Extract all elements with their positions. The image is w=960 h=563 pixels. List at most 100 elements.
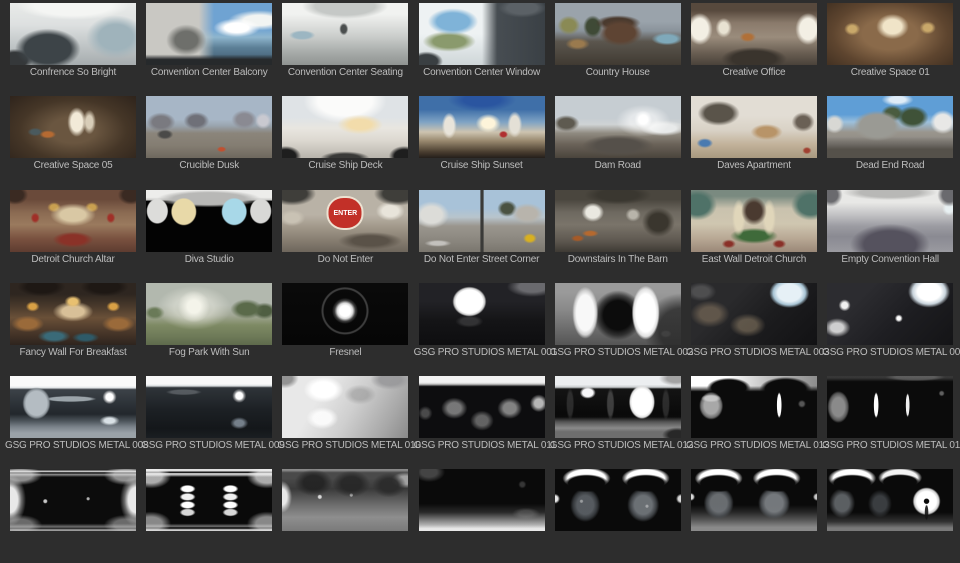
hdri-label: Dam Road xyxy=(594,160,641,172)
hdri-item-convention-center-balcony[interactable]: Convention Center Balcony xyxy=(146,3,282,96)
hdri-thumbnail-image[interactable] xyxy=(418,96,545,159)
hdri-item-fresnel[interactable]: Fresnel xyxy=(282,282,418,376)
hdri-thumbnail-image[interactable] xyxy=(282,469,409,532)
hdri-item-studio-abstract-02[interactable] xyxy=(146,469,282,562)
hdri-thumbnail-image[interactable] xyxy=(418,282,545,345)
hdri-thumbnail-image[interactable] xyxy=(282,376,409,439)
hdri-thumbnail-image[interactable] xyxy=(554,3,681,65)
hdri-item-detroit-church-altar[interactable]: Detroit Church Altar xyxy=(10,189,146,283)
hdri-item-gsg-metal-011[interactable]: GSG PRO STUDIOS METAL 011 xyxy=(414,376,556,469)
hdri-label: GSG PRO STUDIOS METAL 009 xyxy=(141,440,285,452)
hdri-thumbnail-image[interactable] xyxy=(10,96,136,159)
hdri-item-gsg-metal-008[interactable]: GSG PRO STUDIOS METAL 008 xyxy=(5,376,149,469)
hdri-thumbnail-image[interactable] xyxy=(554,282,681,345)
hdri-label: East Wall Detroit Church xyxy=(701,253,807,265)
hdri-thumbnail-image[interactable] xyxy=(827,3,954,65)
hdri-thumbnail-image[interactable] xyxy=(827,282,954,345)
hdri-label: GSG PRO STUDIOS METAL 014 xyxy=(822,440,960,452)
hdri-item-gsg-metal-014[interactable]: GSG PRO STUDIOS METAL 014 xyxy=(822,376,960,469)
hdri-item-creative-office[interactable]: Creative Office xyxy=(690,3,827,96)
hdri-item-country-house[interactable]: Country House xyxy=(554,3,691,96)
hdri-thumbnail-image[interactable] xyxy=(10,376,136,439)
hdri-thumbnail-image[interactable] xyxy=(10,469,136,532)
hdri-thumbnail-image[interactable] xyxy=(827,376,954,439)
hdri-item-downstairs-in-the-barn[interactable]: Downstairs In The Barn xyxy=(554,189,691,283)
hdri-item-gsg-metal-003[interactable]: GSG PRO STUDIOS METAL 003 xyxy=(686,282,830,376)
hdri-item-empty-convention-hall[interactable]: Empty Convention Hall xyxy=(827,189,960,283)
hdri-item-fog-park-with-sun[interactable]: Fog Park With Sun xyxy=(146,282,282,376)
hdri-label: Diva Studio xyxy=(184,253,234,265)
hdri-thumbnail-image[interactable] xyxy=(827,189,954,252)
hdri-item-creative-space-01[interactable]: Creative Space 01 xyxy=(827,3,960,96)
hdri-label: Convention Center Seating xyxy=(287,67,403,78)
hdri-thumbnail-image[interactable] xyxy=(146,469,273,532)
hdri-thumbnail-image[interactable] xyxy=(418,469,545,532)
hdri-label: Creative Space 05 xyxy=(33,160,113,172)
hdri-item-convention-center-window[interactable]: Convention Center Window xyxy=(418,3,555,96)
hdri-label: GSG PRO STUDIOS METAL 001 xyxy=(413,346,558,358)
hdri-label: GSG PRO STUDIOS METAL 011 xyxy=(413,440,557,452)
hdri-item-creative-space-05[interactable]: Creative Space 05 xyxy=(10,96,146,189)
hdri-thumbnail-image[interactable] xyxy=(10,189,136,252)
hdri-thumbnail-image[interactable] xyxy=(690,282,817,345)
hdri-item-confrence-so-bright[interactable]: Confrence So Bright xyxy=(10,3,146,96)
hdri-item-dead-end-road[interactable]: Dead End Road xyxy=(827,96,960,189)
hdri-thumbnail-image[interactable] xyxy=(282,189,409,252)
hdri-thumbnail-image[interactable] xyxy=(554,189,681,252)
hdri-thumbnail-image[interactable] xyxy=(418,3,545,65)
hdri-item-dam-road[interactable]: Dam Road xyxy=(554,96,691,189)
hdri-item-east-wall-detroit-church[interactable]: East Wall Detroit Church xyxy=(690,189,827,283)
hdri-label: GSG PRO STUDIOS METAL 013 xyxy=(685,440,830,452)
hdri-item-cruise-ship-deck[interactable]: Cruise Ship Deck xyxy=(282,96,418,189)
hdri-thumbnail-image[interactable] xyxy=(10,282,136,345)
hdri-item-daves-apartment[interactable]: Daves Apartment xyxy=(690,96,827,189)
hdri-thumbnail-image[interactable] xyxy=(690,376,817,439)
hdri-item-diva-studio[interactable]: Diva Studio xyxy=(146,189,282,283)
hdri-item-do-not-enter[interactable]: Do Not Enter xyxy=(282,189,418,283)
hdri-label: Fancy Wall For Breakfast xyxy=(19,346,127,358)
hdri-item-gsg-metal-002[interactable]: GSG PRO STUDIOS METAL 002 xyxy=(550,282,693,376)
hdri-thumbnail-image[interactable] xyxy=(554,96,681,159)
hdri-item-do-not-enter-street-corner[interactable]: Do Not Enter Street Corner xyxy=(418,189,555,283)
hdri-thumbnail-image[interactable] xyxy=(690,96,817,159)
hdri-thumbnail-image[interactable] xyxy=(418,189,545,252)
hdri-item-studio-abstract-07[interactable] xyxy=(827,469,960,562)
hdri-item-gsg-metal-013[interactable]: GSG PRO STUDIOS METAL 013 xyxy=(686,376,830,469)
hdri-thumbnail-image[interactable] xyxy=(146,96,273,159)
hdri-label: GSG PRO STUDIOS METAL 003 xyxy=(685,346,830,358)
hdri-item-studio-abstract-04[interactable] xyxy=(418,469,555,562)
hdri-item-gsg-metal-009[interactable]: GSG PRO STUDIOS METAL 009 xyxy=(141,376,285,469)
hdri-label: Creative Office xyxy=(722,67,786,78)
hdri-thumbnail-image[interactable] xyxy=(827,96,954,159)
hdri-item-studio-abstract-03[interactable] xyxy=(282,469,418,562)
hdri-thumbnail-grid: Confrence So Bright Convention Center Ba… xyxy=(0,0,960,563)
hdri-item-cruise-ship-sunset[interactable]: Cruise Ship Sunset xyxy=(418,96,555,189)
hdri-thumbnail-image[interactable] xyxy=(827,469,954,532)
hdri-item-gsg-metal-001[interactable]: GSG PRO STUDIOS METAL 001 xyxy=(414,282,557,376)
hdri-thumbnail-image[interactable] xyxy=(146,3,273,65)
hdri-item-studio-abstract-01[interactable] xyxy=(10,469,146,562)
hdri-thumbnail-image[interactable] xyxy=(282,96,409,159)
hdri-thumbnail-image[interactable] xyxy=(690,3,817,65)
hdri-thumbnail-image[interactable] xyxy=(554,376,681,439)
hdri-item-studio-abstract-05[interactable] xyxy=(554,469,691,562)
hdri-thumbnail-image[interactable] xyxy=(10,3,136,65)
hdri-item-studio-abstract-06[interactable] xyxy=(690,469,827,562)
hdri-thumbnail-image[interactable] xyxy=(418,376,545,439)
hdri-item-gsg-metal-010[interactable]: GSG PRO STUDIOS METAL 010 xyxy=(277,376,421,469)
hdri-thumbnail-image[interactable] xyxy=(690,189,817,252)
hdri-item-convention-center-seating[interactable]: Convention Center Seating xyxy=(282,3,418,96)
hdri-item-gsg-metal-004[interactable]: GSG PRO STUDIOS METAL 004 xyxy=(822,282,960,376)
hdri-thumbnail-image[interactable] xyxy=(690,469,817,532)
hdri-item-crucible-dusk[interactable]: Crucible Dusk xyxy=(146,96,282,189)
hdri-thumbnail-image[interactable] xyxy=(282,282,409,345)
hdri-item-fancy-wall-for-breakfast[interactable]: Fancy Wall For Breakfast xyxy=(10,282,146,376)
hdri-thumbnail-image[interactable] xyxy=(146,376,273,439)
hdri-item-gsg-metal-012[interactable]: GSG PRO STUDIOS METAL 012 xyxy=(550,376,693,469)
hdri-label: Fog Park With Sun xyxy=(168,346,250,358)
hdri-thumbnail-image[interactable] xyxy=(282,3,409,65)
hdri-thumbnail-image[interactable] xyxy=(146,189,273,252)
hdri-thumbnail-image[interactable] xyxy=(554,469,681,532)
hdri-thumbnail-image[interactable] xyxy=(146,282,273,345)
hdri-label: GSG PRO STUDIOS METAL 010 xyxy=(277,440,421,452)
